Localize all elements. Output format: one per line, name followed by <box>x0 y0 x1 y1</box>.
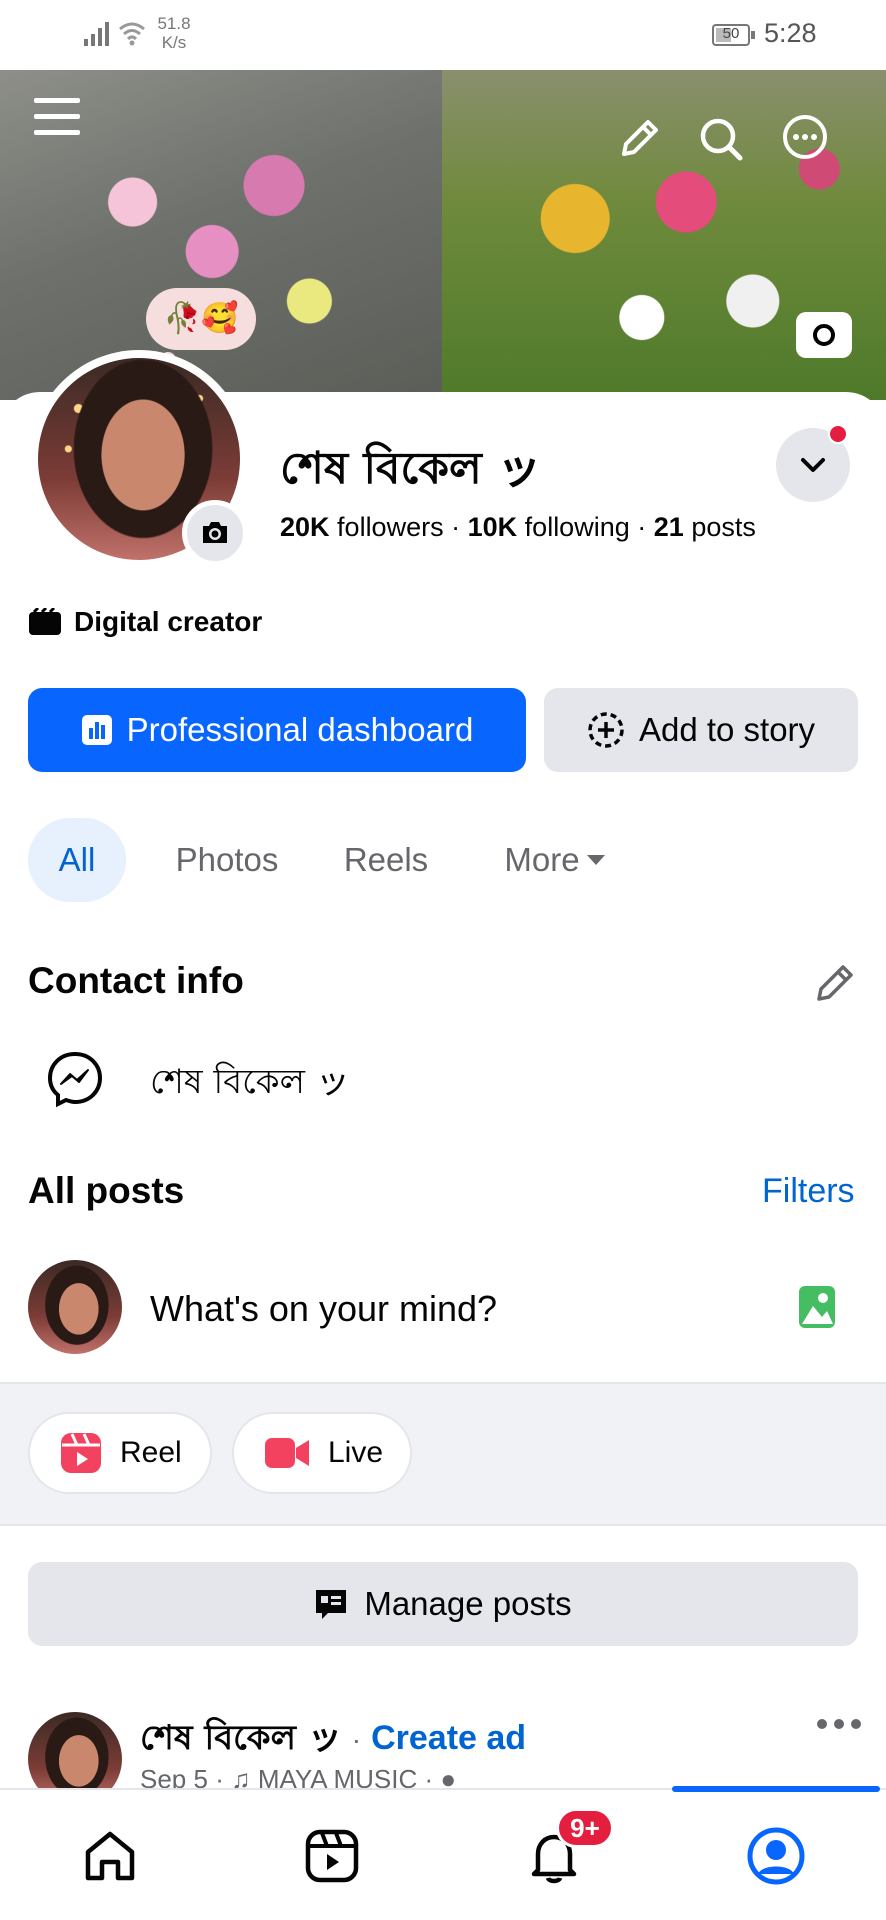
add-to-story-button[interactable]: Add to story <box>544 688 858 772</box>
profile-icon[interactable] <box>746 1826 806 1886</box>
status-bar: 51.8 K/s 50 5:28 <box>0 0 886 70</box>
profile-stats: 20K followers · 10K following · 21 posts <box>280 512 756 543</box>
pencil-icon[interactable] <box>616 116 662 162</box>
menu-icon[interactable] <box>34 94 80 140</box>
camera-icon <box>203 522 227 543</box>
battery-level: 50 <box>722 25 740 42</box>
filters-link[interactable]: Filters <box>762 1172 855 1211</box>
dashboard-label: Professional dashboard <box>126 711 474 748</box>
photo-icon[interactable] <box>798 1284 836 1330</box>
dashboard-icon <box>81 715 112 745</box>
professional-dashboard-button[interactable]: Professional dashboard <box>28 688 526 772</box>
profile-note[interactable]: 🥀🥰 <box>146 288 256 350</box>
live-video-icon <box>265 1438 309 1468</box>
manage-posts-label: Manage posts <box>364 1585 572 1622</box>
manage-posts-button[interactable]: Manage posts <box>28 1562 858 1646</box>
notification-badge: 9+ <box>556 1808 614 1848</box>
clock: 5:28 <box>764 18 817 48</box>
add-story-label: Add to story <box>638 711 816 748</box>
profile-tabs: All Photos Reels More <box>28 818 620 902</box>
chevron-down-icon <box>801 458 825 472</box>
home-icon[interactable] <box>80 1826 140 1886</box>
composer-input[interactable]: What's on your mind? <box>150 1288 497 1330</box>
post-header: শেষ বিকেল ッ · Create ad <box>140 1710 526 1769</box>
reel-label: Reel <box>120 1436 182 1469</box>
create-ad-link[interactable]: Create ad <box>371 1719 526 1758</box>
stats-separator: · <box>451 512 461 542</box>
reel-icon <box>61 1433 101 1473</box>
post-header-separator: · <box>351 1724 362 1755</box>
signal-icon <box>84 22 109 46</box>
create-reel-button[interactable]: Reel <box>28 1412 212 1494</box>
caret-down-icon <box>586 855 605 865</box>
network-speed: 51.8 K/s <box>157 14 191 52</box>
live-label: Live <box>328 1436 384 1469</box>
posts-label: posts <box>691 512 756 542</box>
clapperboard-icon <box>29 608 61 635</box>
post-more-icon[interactable] <box>816 1714 862 1734</box>
all-posts-heading: All posts <box>28 1170 185 1211</box>
pencil-icon[interactable] <box>812 960 858 1006</box>
video-icon[interactable] <box>302 1826 362 1886</box>
profile-name: শেষ বিকেল ッ <box>280 443 542 494</box>
more-options-icon[interactable] <box>782 114 828 160</box>
add-story-icon <box>588 712 624 748</box>
go-live-button[interactable]: Live <box>232 1412 412 1494</box>
posts-count: 21 <box>653 512 684 542</box>
edit-cover-camera-icon[interactable] <box>796 312 852 358</box>
search-icon[interactable] <box>698 116 744 162</box>
followers-count[interactable]: 20K <box>280 512 330 542</box>
followers-label[interactable]: followers <box>337 512 444 542</box>
tab-more-label: More <box>504 841 580 878</box>
messenger-icon <box>47 1051 103 1108</box>
manage-posts-icon <box>316 1590 347 1619</box>
contact-info-heading: Contact info <box>28 960 244 1001</box>
tab-photos[interactable]: Photos <box>162 818 292 902</box>
following-count[interactable]: 10K <box>468 512 518 542</box>
following-label[interactable]: following <box>525 512 630 542</box>
notification-dot <box>828 424 848 444</box>
wifi-icon <box>119 22 145 46</box>
tab-reels[interactable]: Reels <box>336 818 436 902</box>
tab-more[interactable]: More <box>490 818 620 902</box>
category-label: Digital creator <box>74 606 263 637</box>
active-tab-indicator <box>672 1786 880 1792</box>
tab-all[interactable]: All <box>28 818 126 902</box>
avatar-camera-button[interactable] <box>182 500 248 566</box>
messenger-contact: শেষ বিকেল ッ <box>150 1062 350 1102</box>
post-author-name[interactable]: শেষ বিকেল ッ <box>140 1710 342 1769</box>
category-row: Digital creator <box>28 602 262 642</box>
composer-avatar[interactable] <box>28 1260 122 1354</box>
stats-separator: · <box>637 512 647 542</box>
